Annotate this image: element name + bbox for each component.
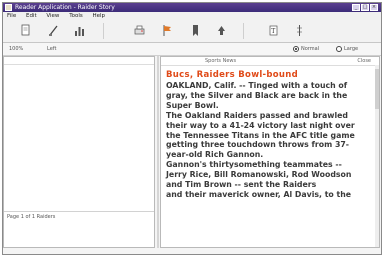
window-title: Reader Application - Raider Story (15, 4, 115, 11)
menu-help[interactable]: Help (93, 13, 106, 19)
document-icon (21, 24, 30, 36)
article-line: The Oakland Raiders passed and brawled (166, 110, 348, 120)
article-line: year-old Rich Gannon. (166, 150, 264, 160)
maximize-button[interactable]: □ (361, 4, 369, 11)
arrow-icon (218, 26, 225, 35)
menu-bar: File Edit View Tools Help (3, 12, 381, 20)
article-line: and Tim Brown -- sent the Raiders (166, 180, 317, 190)
ruler-button[interactable] (293, 23, 304, 36)
article-line: the Tennessee Titans in the AFC title ga… (166, 130, 355, 140)
article-line: gray, the Silver and Black are back in t… (166, 90, 348, 100)
article-body: Bucs, Raiders Bowl-bound OAKLAND, Calif.… (166, 70, 376, 200)
flag-button[interactable] (161, 23, 172, 36)
bookmark-button[interactable] (189, 23, 200, 36)
text-button[interactable]: T (267, 23, 278, 36)
left-pane-footer: Page 1 of 1 Raiders (7, 214, 56, 220)
radio-large-label: Large (344, 46, 359, 52)
article-line: their way to a 41-24 victory last night … (166, 120, 355, 130)
article-close-link[interactable]: Close (357, 57, 371, 65)
svg-text:T: T (271, 28, 275, 35)
bookmark-icon (193, 25, 198, 36)
title-bar: Reader Application - Raider Story _ □ × (3, 3, 381, 12)
align-select[interactable]: Left (47, 43, 56, 55)
pencil-icon (49, 25, 58, 36)
left-pane-divider (4, 211, 154, 212)
left-pane[interactable]: Page 1 of 1 Raiders (3, 56, 155, 248)
article-header: Sports News Close (161, 57, 379, 66)
article-line: Gannon's thirtysomething teammates -- (166, 160, 342, 170)
article-scrollbar[interactable] (375, 65, 379, 247)
article-line: Super Bowl. (166, 100, 219, 110)
article-headline: Bucs, Raiders Bowl-bound (166, 70, 298, 80)
close-window-button[interactable]: × (370, 4, 378, 11)
pane-splitter[interactable] (157, 56, 159, 248)
menu-edit[interactable]: Edit (26, 13, 37, 19)
arrow-button[interactable] (215, 23, 226, 36)
article-line: Jerry Rice, Bill Romanowski, Rod Woodson (166, 170, 352, 180)
article-line: OAKLAND, Calif. -- Tinged with a touch o… (166, 81, 348, 90)
flag-icon (163, 25, 171, 36)
left-pane-header (4, 57, 154, 65)
text-icon: T (269, 25, 278, 36)
radio-normal-label: Normal (301, 46, 320, 52)
minimize-button[interactable]: _ (352, 4, 360, 11)
radio-large[interactable] (336, 46, 342, 52)
zoom-level[interactable]: 100% (9, 43, 23, 55)
toolbar-separator (243, 23, 244, 39)
article-line: getting three touchdown throws from 37- (166, 140, 350, 150)
print-button[interactable] (133, 23, 145, 36)
radio-normal[interactable] (293, 46, 299, 52)
article-line: and their maverick owner, Al Davis, to t… (166, 189, 352, 199)
edit-button[interactable] (47, 23, 58, 36)
document-button[interactable] (19, 23, 30, 36)
menu-tools[interactable]: Tools (69, 13, 83, 19)
bar-chart-icon (75, 27, 84, 36)
chart-button[interactable] (73, 23, 84, 36)
menu-file[interactable]: File (7, 13, 16, 19)
article-pane[interactable]: Sports News Close Bucs, Raiders Bowl-bou… (160, 56, 380, 248)
scrollbar-thumb[interactable] (375, 69, 379, 109)
print-icon (134, 25, 145, 35)
app-icon (5, 4, 12, 11)
article-section-label: Sports News (205, 58, 237, 64)
menu-view[interactable]: View (46, 13, 59, 19)
ruler-icon (297, 25, 302, 36)
toolbar-separator (103, 23, 104, 39)
toolbar: T (3, 20, 381, 43)
format-bar: 100% Left Normal Large (3, 43, 381, 56)
